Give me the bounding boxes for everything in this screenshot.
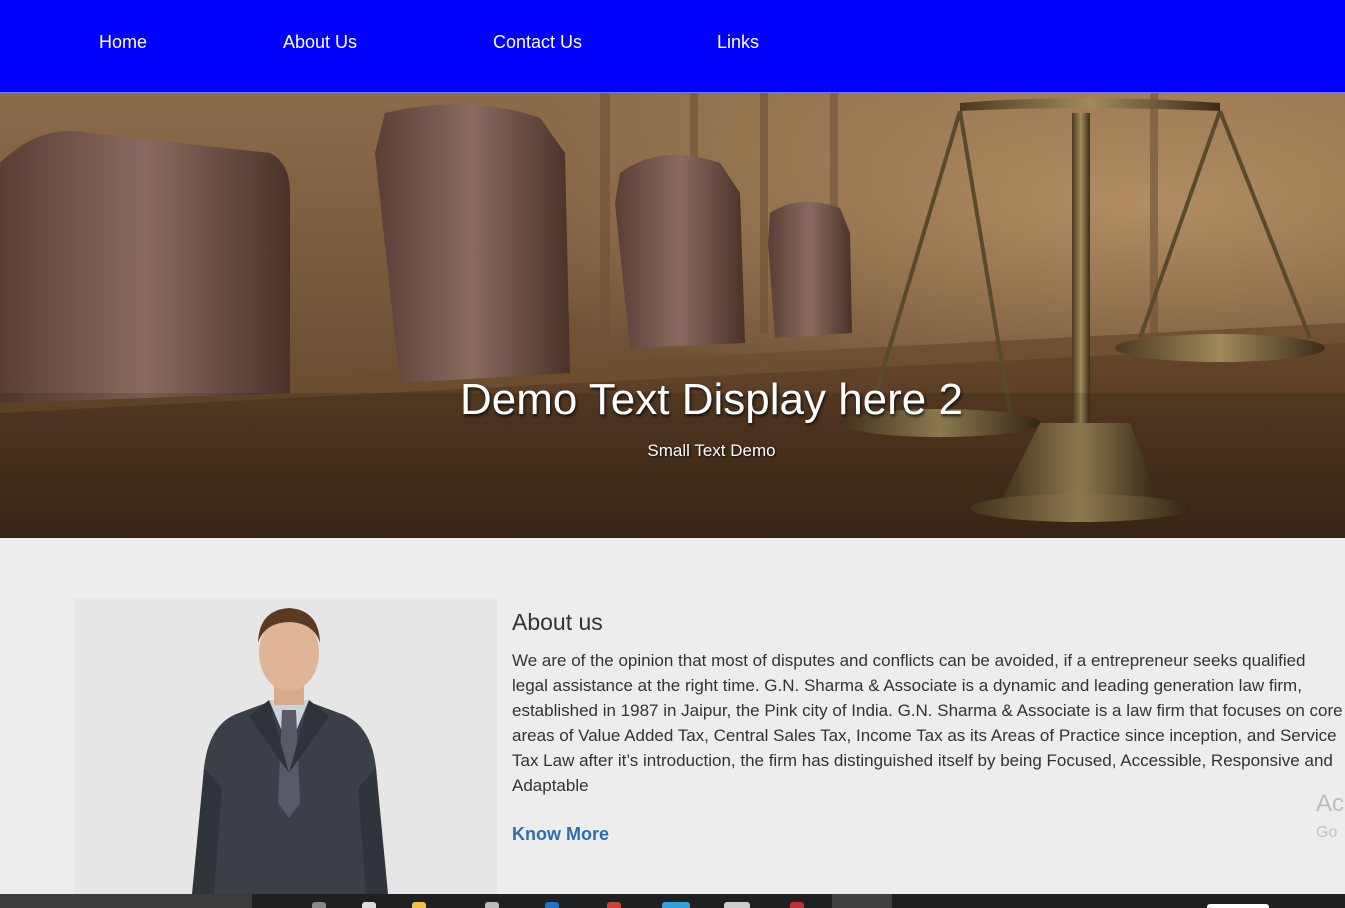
taskbar-app-icon[interactable]	[724, 902, 750, 908]
taskbar-app-icon[interactable]	[362, 902, 376, 908]
taskbar-app-icon[interactable]	[312, 902, 326, 908]
taskbar-tray-item[interactable]	[1207, 904, 1269, 908]
courtroom-scales-image	[0, 93, 1345, 538]
taskbar-chrome-icon[interactable]	[607, 902, 621, 908]
os-taskbar	[0, 894, 1345, 908]
windows-activation-subtext: Go	[1316, 824, 1338, 841]
nav-link-links[interactable]: Links	[717, 32, 759, 53]
windows-activation-watermark: Ac	[1316, 790, 1345, 817]
nav-link-home[interactable]: Home	[99, 32, 147, 53]
about-section: About us We are of the opinion that most…	[0, 538, 1345, 894]
taskbar-browser-icon[interactable]	[545, 902, 559, 908]
top-navbar: Home About Us Contact Us Links	[0, 0, 1345, 93]
hero-title: Demo Text Display here 2	[460, 375, 963, 424]
taskbar-app-icon[interactable]	[485, 902, 499, 908]
taskbar-active-app[interactable]	[832, 894, 892, 908]
taskbar-folder-icon[interactable]	[412, 902, 426, 908]
hero-banner: Demo Text Display here 2 Small Text Demo	[0, 93, 1345, 538]
nav-link-contact-us[interactable]: Contact Us	[493, 32, 582, 53]
person-photo	[74, 598, 497, 894]
taskbar-app-icon[interactable]	[662, 902, 690, 908]
about-heading: About us	[512, 609, 603, 635]
taskbar-search-box[interactable]	[0, 894, 252, 908]
man-in-suit-image	[74, 598, 497, 894]
taskbar-app-icon[interactable]	[790, 902, 804, 908]
nav-link-about-us[interactable]: About Us	[283, 32, 357, 53]
know-more-link[interactable]: Know More	[512, 824, 609, 845]
hero-subtitle: Small Text Demo	[647, 441, 776, 460]
about-paragraph: We are of the opinion that most of dispu…	[512, 651, 1343, 795]
